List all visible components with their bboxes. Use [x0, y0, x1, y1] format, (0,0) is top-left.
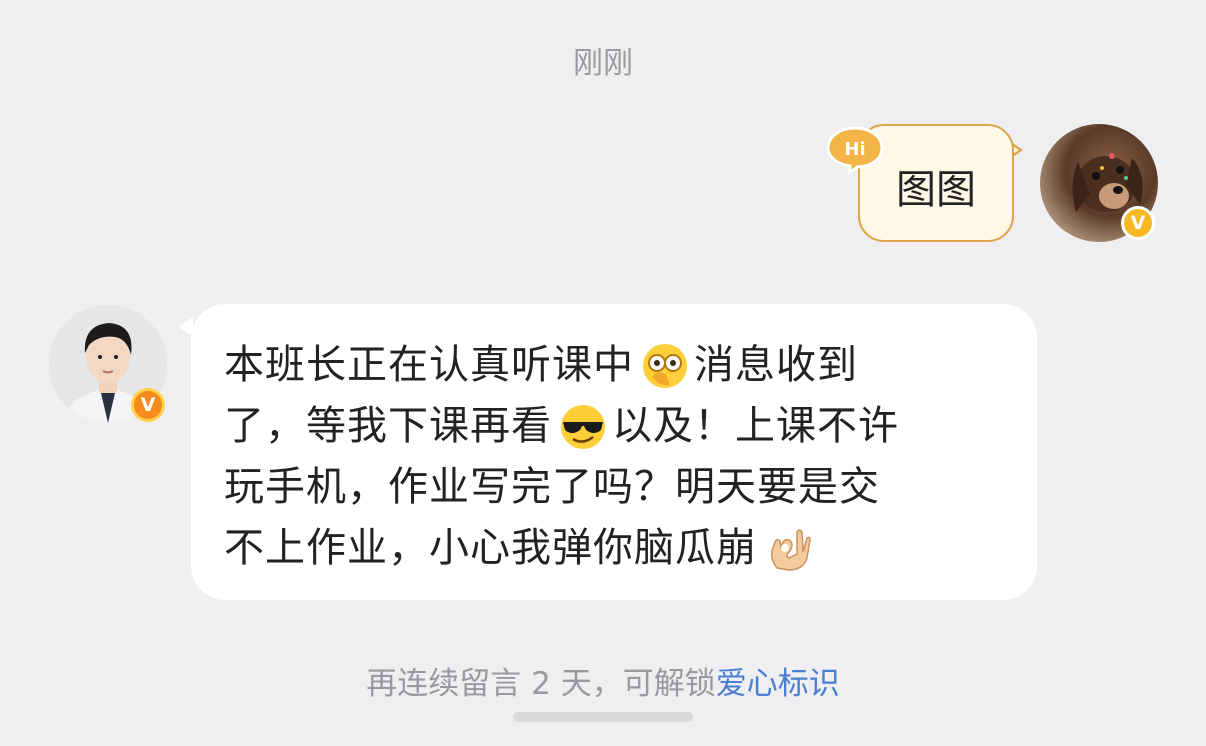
- message-line: 玩手机，作业写完了吗？明天要是交: [224, 457, 1007, 518]
- chat-screen: 刚刚 图图 Hi V V 本班长正在认真听课中 消息收到 了，等我下课再看 以及…: [0, 0, 1206, 746]
- verified-badge-orange: V: [131, 388, 165, 422]
- peeking-face-emoji: [643, 343, 687, 388]
- message-text-segment: 本班长正在认真听课中: [224, 342, 634, 388]
- message-timestamp: 刚刚: [573, 46, 633, 81]
- unlock-hint-text: 再连续留言 2 天，可解锁: [366, 666, 716, 702]
- message-line: 不上作业，小心我弹你脑瓜崩: [224, 518, 1007, 579]
- unlock-hint: 再连续留言 2 天，可解锁爱心标识: [0, 658, 1206, 703]
- message-text-segment: 以及！上课不许: [612, 403, 899, 449]
- message-text-segment: 玩手机，作业写完了吗？明天要是交: [224, 464, 880, 510]
- hi-bubble-icon: Hi: [826, 126, 884, 175]
- sunglasses-face-emoji: [561, 404, 605, 449]
- incoming-message-bubble[interactable]: 本班长正在认真听课中 消息收到 了，等我下课再看 以及！上课不许 玩手机，作业写…: [191, 304, 1037, 600]
- message-text-segment: 不上作业，小心我弹你脑瓜崩: [224, 525, 757, 571]
- message-line: 本班长正在认真听课中 消息收到: [224, 335, 1007, 396]
- outgoing-message-text: 图图: [896, 167, 976, 213]
- heart-badge-link[interactable]: 爱心标识: [716, 666, 840, 702]
- message-text-segment: 消息收到: [694, 342, 858, 388]
- verified-badge-yellow: V: [1121, 206, 1155, 240]
- ok-hand-emoji: [770, 528, 811, 571]
- message-text-segment: 了，等我下课再看: [224, 403, 552, 449]
- message-line: 了，等我下课再看 以及！上课不许: [224, 396, 1007, 457]
- home-indicator[interactable]: [513, 712, 693, 722]
- hi-bubble-label: Hi: [844, 139, 865, 160]
